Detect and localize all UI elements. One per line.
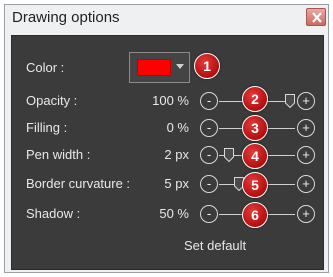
filling-decrease-button[interactable]: - bbox=[200, 119, 218, 137]
close-icon bbox=[312, 12, 322, 23]
pen-width-value: 2 px bbox=[164, 147, 189, 162]
pen-width-increase-button[interactable]: + bbox=[297, 146, 315, 164]
window-title: Drawing options bbox=[12, 9, 120, 26]
color-picker[interactable] bbox=[129, 52, 190, 83]
filling-label: Filling : bbox=[26, 120, 68, 135]
callout-badge-5: 5 bbox=[242, 172, 268, 198]
border-curvature-decrease-button[interactable]: - bbox=[200, 175, 218, 193]
color-label: Color : bbox=[26, 60, 65, 75]
callout-badge-2: 2 bbox=[242, 86, 268, 112]
chevron-down-icon bbox=[176, 64, 184, 69]
callout-badge-1: 1 bbox=[194, 53, 220, 79]
pen-width-label: Pen width : bbox=[26, 147, 91, 162]
callout-badge-4: 4 bbox=[242, 143, 268, 169]
callout-badge-6: 6 bbox=[242, 202, 268, 228]
pen-width-decrease-button[interactable]: - bbox=[200, 146, 218, 164]
callout-badge-3: 3 bbox=[242, 115, 268, 141]
shadow-value: 50 % bbox=[159, 206, 189, 221]
title-bar: Drawing options bbox=[5, 5, 328, 35]
border-curvature-increase-button[interactable]: + bbox=[297, 175, 315, 193]
shadow-label: Shadow : bbox=[26, 206, 81, 221]
opacity-slider-thumb[interactable] bbox=[285, 94, 295, 108]
drawing-options-window: Drawing options Color : 1 Opacity : 100 … bbox=[4, 4, 329, 273]
filling-value: 0 % bbox=[166, 120, 189, 135]
opacity-decrease-button[interactable]: - bbox=[200, 92, 218, 110]
set-default-button[interactable]: Set default bbox=[184, 238, 246, 253]
options-panel: Color : 1 Opacity : 100 % - + 2 Filling … bbox=[11, 35, 324, 270]
opacity-value: 100 % bbox=[152, 93, 189, 108]
pen-width-slider-thumb[interactable] bbox=[224, 148, 234, 162]
opacity-increase-button[interactable]: + bbox=[297, 92, 315, 110]
border-curvature-value: 5 px bbox=[164, 176, 189, 191]
close-button[interactable] bbox=[306, 8, 326, 26]
shadow-decrease-button[interactable]: - bbox=[200, 205, 218, 223]
border-curvature-label: Border curvature : bbox=[26, 176, 131, 191]
color-swatch bbox=[137, 59, 171, 76]
opacity-label: Opacity : bbox=[26, 93, 78, 108]
shadow-increase-button[interactable]: + bbox=[297, 205, 315, 223]
filling-increase-button[interactable]: + bbox=[297, 119, 315, 137]
